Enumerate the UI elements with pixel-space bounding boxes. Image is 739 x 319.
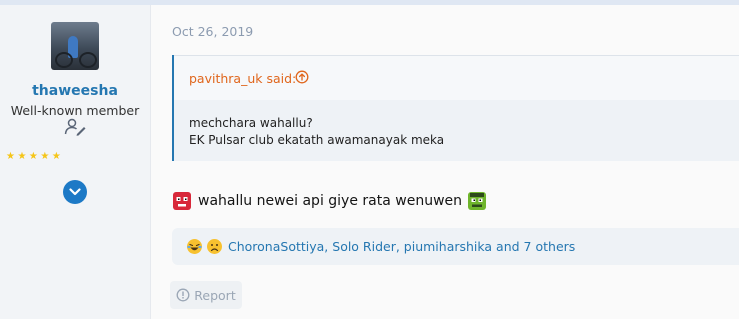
post-date[interactable]: Oct 26, 2019 — [172, 24, 253, 39]
quote-line: EK Pulsar club ekatath awamanayak meka — [189, 133, 445, 147]
quote-header: pavithra_uk said: — [174, 55, 739, 100]
quote-line: mechchara wahallu? — [189, 116, 313, 130]
quote-author[interactable]: pavithra_uk said: — [189, 71, 296, 86]
avatar[interactable] — [51, 22, 99, 70]
post-message: wahallu newei api giye rata wenuwen — [172, 191, 487, 211]
message-text: wahallu newei api giye rata wenuwen — [198, 193, 463, 209]
laughing-reaction-icon — [187, 239, 202, 254]
reactions-bar: ChoronaSottiya, Solo Rider, piumiharshik… — [172, 228, 739, 265]
reaction-users-link[interactable]: ChoronaSottiya, Solo Rider, piumiharshik… — [228, 239, 575, 254]
user-title: Well-known member — [10, 103, 140, 118]
quote-block: pavithra_uk said: mechchara wahallu? EK … — [172, 55, 739, 161]
quote-text: mechchara wahallu? EK Pulsar club ekatat… — [189, 115, 444, 149]
green-face-icon — [468, 192, 487, 210]
sad-reaction-icon — [207, 239, 222, 254]
user-info-column: thaweesha Well-known member ★★★★★ — [0, 5, 151, 319]
report-label: Report — [194, 287, 236, 303]
info-circle-icon — [176, 288, 190, 302]
expand-user-button[interactable] — [63, 180, 87, 204]
rating-stars: ★★★★★ — [6, 151, 64, 162]
arrow-up-circle-icon[interactable] — [295, 70, 309, 84]
report-button[interactable]: Report — [170, 281, 242, 309]
reaction-icons — [186, 238, 223, 255]
chevron-down-icon — [69, 188, 81, 196]
user-edit-icon — [64, 118, 86, 136]
angry-face-icon — [173, 192, 191, 210]
username[interactable]: thaweesha — [0, 83, 150, 99]
